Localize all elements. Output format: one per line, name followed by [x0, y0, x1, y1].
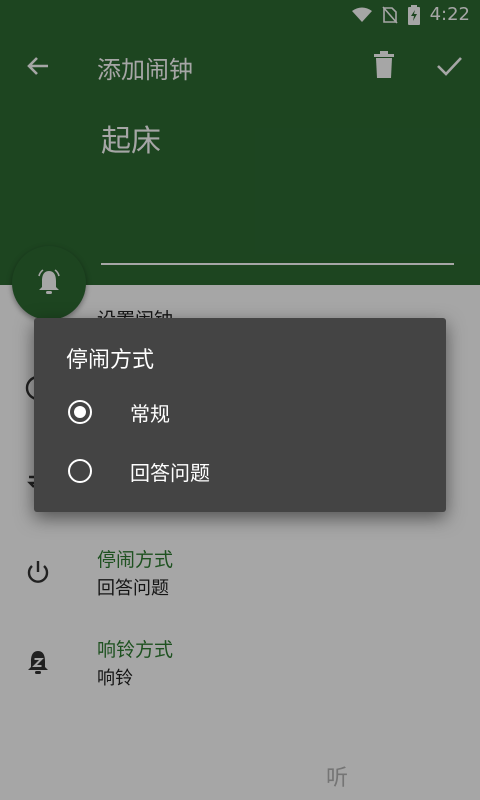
dialog-title: 停闹方式 — [66, 348, 155, 373]
radio-unselected[interactable] — [68, 459, 92, 483]
dialog-option-answer-question[interactable]: 回答问题 — [34, 445, 446, 501]
dismiss-method-dialog: 停闹方式 常规 回答问题 — [34, 318, 446, 512]
option-label: 常规 — [130, 402, 170, 426]
radio-selected[interactable] — [68, 400, 92, 424]
option-label: 回答问题 — [130, 461, 210, 485]
dialog-option-normal[interactable]: 常规 — [34, 386, 446, 442]
radio-dot — [74, 406, 86, 418]
